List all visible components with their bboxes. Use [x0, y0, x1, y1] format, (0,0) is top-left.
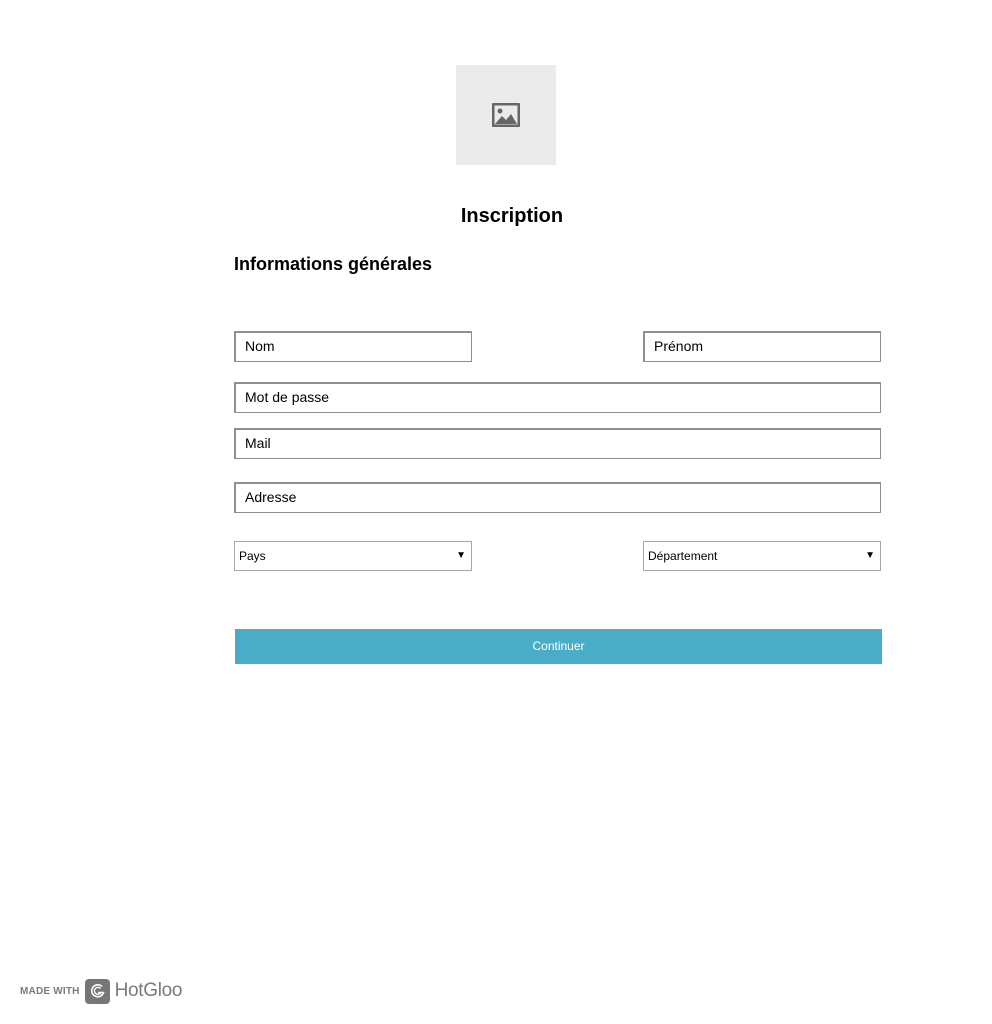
- logo-placeholder: [456, 65, 556, 165]
- continue-button[interactable]: Continuer: [235, 629, 882, 664]
- mail-field[interactable]: Mail: [234, 428, 881, 459]
- department-select[interactable]: Département ▼: [643, 541, 881, 571]
- hotgloo-brand-name: HotGloo: [114, 980, 183, 1001]
- page-title: Inscription: [460, 205, 564, 227]
- hotgloo-logo-icon: [84, 978, 110, 1004]
- password-field[interactable]: Mot de passe: [234, 382, 881, 413]
- address-field[interactable]: Adresse: [234, 482, 881, 513]
- registration-page: Inscription Informations générales Nom P…: [0, 0, 992, 1024]
- section-title: Informations générales: [234, 254, 433, 274]
- made-with-hotgloo-badge[interactable]: MADE WITH HotGloo: [20, 978, 182, 1004]
- country-select-value: Pays: [239, 549, 266, 563]
- prenom-field[interactable]: Prénom: [643, 331, 881, 362]
- nom-field[interactable]: Nom: [234, 331, 472, 362]
- triangle-down-icon: ▼: [456, 550, 466, 561]
- made-with-label: MADE WITH: [20, 985, 80, 997]
- country-select[interactable]: Pays ▼: [234, 541, 472, 571]
- image-placeholder-icon: [492, 103, 520, 127]
- triangle-down-icon: ▼: [865, 550, 875, 561]
- department-select-value: Département: [648, 549, 718, 563]
